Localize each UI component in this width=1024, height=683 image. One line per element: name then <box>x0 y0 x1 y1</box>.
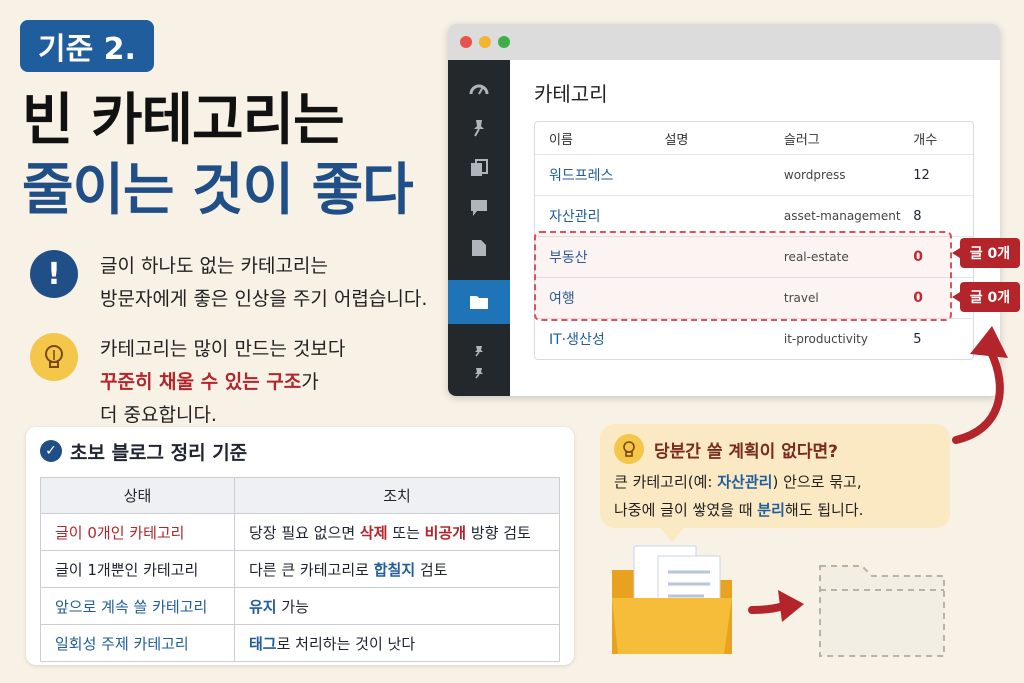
column-header: 조치 <box>234 477 560 514</box>
empty-folder-icon <box>819 565 945 657</box>
table-row: 자산관리 asset-management 8 <box>535 195 973 236</box>
table-row: 워드프레스 wordpress 12 <box>535 154 973 195</box>
state-cell: 일회성 주제 카테고리 <box>40 624 235 662</box>
zero-posts-tag: 글 0개 <box>952 282 1020 312</box>
criteria-card: ✓ 초보 블로그 정리 기준 상태 조치 글이 0개인 카테고리 당장 필요 없… <box>26 427 574 665</box>
full-folder-icon <box>612 545 732 654</box>
comment-icon[interactable] <box>448 188 510 228</box>
table-row: 글이 0개인 카테고리 당장 필요 없으면 삭제 또는 비공개 방향 검토 <box>40 513 560 551</box>
pin-icon[interactable] <box>448 360 510 386</box>
dashboard-icon[interactable] <box>448 68 510 108</box>
criteria-badge: 기준 2. <box>20 20 154 72</box>
tip1-line1: 글이 하나도 없는 카테고리는 <box>100 255 328 277</box>
category-name-link[interactable]: 워드프레스 <box>535 165 664 185</box>
action-cell: 태그로 처리하는 것이 낫다 <box>234 624 560 662</box>
action-cell: 다른 큰 카테고리로 합칠지 검토 <box>234 550 560 588</box>
category-count: 8 <box>913 208 922 224</box>
title-line-2: 줄이는 것이 좋다 <box>22 158 414 223</box>
zero-posts-tag: 글 0개 <box>952 238 1020 268</box>
category-name-link[interactable]: IT·생산성 <box>535 329 664 349</box>
category-name-link[interactable]: 자산관리 <box>535 206 664 226</box>
table-row: 일회성 주제 카테고리 태그로 처리하는 것이 낫다 <box>40 624 560 662</box>
state-cell: 글이 0개인 카테고리 <box>40 513 235 551</box>
bubble-title: 당분간 쓸 계획이 없다면? <box>654 441 839 462</box>
title-line-1: 빈 카테고리는 <box>22 88 345 153</box>
card-title: 초보 블로그 정리 기준 <box>70 441 248 464</box>
right-arrow-icon <box>748 590 804 622</box>
tip2-emphasis: 꾸준히 채울 수 있는 구조 <box>100 371 302 393</box>
tip-empty-category: ! 글이 하나도 없는 카테고리는 방문자에게 좋은 인상을 주기 어렵습니다. <box>30 250 427 316</box>
exclamation-icon: ! <box>30 250 78 298</box>
page-icon[interactable] <box>448 228 510 268</box>
criteria-table: 상태 조치 글이 0개인 카테고리 당장 필요 없으면 삭제 또는 비공개 방향… <box>40 477 560 662</box>
state-cell: 글이 1개뿐인 카테고리 <box>40 550 235 588</box>
folder-icon[interactable] <box>448 280 510 324</box>
table-row: 앞으로 계속 쓸 카테고리 유지 가능 <box>40 587 560 625</box>
pin-icon[interactable] <box>448 108 510 148</box>
column-header[interactable]: 설명 <box>664 129 783 148</box>
lightbulb-icon <box>614 434 644 464</box>
category-slug: it-productivity <box>783 332 868 346</box>
admin-sidebar <box>448 60 510 396</box>
admin-main: 카테고리 이름 설명 슬러그 개수 워드프레스 wordpress 12 자산관… <box>510 60 1000 396</box>
tip2-line2-rest: 가 <box>301 371 319 393</box>
action-cell: 당장 필요 없으면 삭제 또는 비공개 방향 검토 <box>234 513 560 551</box>
curved-arrow-icon <box>952 326 1008 444</box>
category-slug: wordpress <box>783 168 846 182</box>
page-title: 빈 카테고리는 줄이는 것이 좋다 <box>22 86 414 226</box>
close-dot[interactable] <box>460 36 472 48</box>
state-cell: 앞으로 계속 쓸 카테고리 <box>40 587 235 625</box>
advice-bubble: 당분간 쓸 계획이 없다면? 큰 카테고리(예: 자산관리) 안으로 묶고, 나… <box>600 424 950 542</box>
tip-structure: 카테고리는 많이 만드는 것보다 꾸준히 채울 수 있는 구조가 더 중요합니다… <box>30 333 345 432</box>
media-icon[interactable] <box>448 148 510 188</box>
check-icon: ✓ <box>40 440 62 462</box>
lightbulb-icon <box>30 333 78 381</box>
column-header: 상태 <box>40 477 235 514</box>
category-count: 12 <box>913 167 930 183</box>
table-row: IT·생산성 it-productivity 5 <box>535 318 973 359</box>
action-cell: 유지 가능 <box>234 587 560 625</box>
screen-title: 카테고리 <box>534 82 608 106</box>
tip1-line2: 방문자에게 좋은 인상을 주기 어렵습니다. <box>100 288 428 310</box>
maximize-dot[interactable] <box>498 36 510 48</box>
column-header[interactable]: 이름 <box>535 129 664 148</box>
tip2-line1: 카테고리는 많이 만드는 것보다 <box>100 338 346 360</box>
column-header[interactable]: 개수 <box>913 129 973 148</box>
empty-category-highlight <box>534 231 952 321</box>
table-header-row: 이름 설명 슬러그 개수 <box>535 122 973 154</box>
category-slug: asset-management <box>783 209 901 223</box>
window-titlebar <box>448 24 1000 60</box>
wp-admin-window: 카테고리 이름 설명 슬러그 개수 워드프레스 wordpress 12 자산관… <box>448 24 1000 396</box>
minimize-dot[interactable] <box>479 36 491 48</box>
table-row: 글이 1개뿐인 카테고리 다른 큰 카테고리로 합칠지 검토 <box>40 550 560 588</box>
column-header[interactable]: 슬러그 <box>784 129 913 148</box>
